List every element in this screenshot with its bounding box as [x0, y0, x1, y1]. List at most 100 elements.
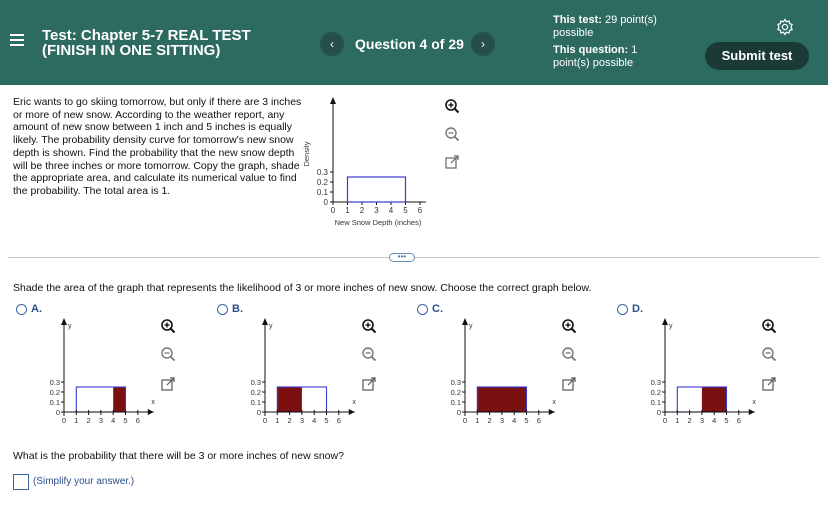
shaded-area [113, 387, 126, 412]
option-radio-c[interactable] [417, 304, 428, 315]
y-tick-label: 0.3 [317, 168, 329, 177]
x-tick-label: 3 [99, 416, 103, 425]
zoom-in-icon[interactable] [444, 98, 460, 114]
test-title-line2: (FINISH IN ONE SITTING) [42, 42, 221, 59]
x-tick-label: 4 [312, 416, 316, 425]
x-tick-label: 4 [512, 416, 516, 425]
shaded-area [477, 387, 527, 412]
next-question-button[interactable]: › [471, 32, 495, 56]
x-tick-label: 1 [475, 416, 479, 425]
option-label-a[interactable]: A. [31, 303, 42, 315]
density-rectangle [346, 176, 407, 203]
option-graph-a[interactable]: yx00.10.20.30 1 2 3 4 5 6 [40, 316, 170, 428]
answer-hint: (Simplify your answer.) [33, 476, 135, 487]
this-question-value: 1 [631, 44, 638, 56]
y-axis-arrow [262, 318, 268, 325]
x-tick-label: 1 [345, 206, 350, 215]
previous-question-button[interactable]: ‹ [320, 32, 344, 56]
x-tick-label: 2 [288, 416, 292, 425]
zoom-in-icon[interactable] [160, 318, 176, 334]
x-tick-label: 4 [389, 206, 394, 215]
y-tick-label: 0.2 [251, 388, 261, 397]
zoom-out-icon[interactable] [444, 126, 460, 142]
option-graph-c[interactable]: yx00.10.20.30 1 2 3 4 5 6 [441, 316, 571, 428]
x-tick-label: 3 [300, 416, 304, 425]
x-tick-label: 6 [537, 416, 541, 425]
question-counter: Question 4 of 29 [355, 36, 464, 52]
x-tick-label: 2 [488, 416, 492, 425]
x-tick-label: 0 [331, 206, 336, 215]
option-radio-b[interactable] [217, 304, 228, 315]
y-tick-label: 0.3 [451, 378, 461, 387]
option-radio-a[interactable] [16, 304, 27, 315]
popout-icon[interactable] [361, 376, 377, 392]
x-tick-label: 1 [74, 416, 78, 425]
zoom-out-icon[interactable] [761, 346, 777, 362]
y-tick-label: 0.3 [251, 378, 261, 387]
answer-input[interactable] [13, 474, 29, 490]
test-title: Test: Chapter 5-7 REAL TEST (FINISH IN O… [42, 28, 302, 58]
x-tick-label: 1 [675, 416, 679, 425]
x-tick-label: 6 [418, 206, 423, 215]
y-tick-label: 0.3 [50, 378, 60, 387]
top-bar: Test: Chapter 5-7 REAL TEST (FINISH IN O… [0, 0, 828, 85]
y-axis-arrow [462, 318, 468, 325]
x-tick-label: 4 [712, 416, 716, 425]
this-test-value2: possible [553, 27, 594, 39]
expand-toggle-button[interactable]: ••• [389, 253, 415, 262]
copy-graph-icon[interactable] [444, 154, 460, 170]
option-label-b[interactable]: B. [232, 303, 243, 315]
x-axis-arrow [748, 409, 755, 415]
y-tick-label: 0 [56, 408, 60, 417]
y-tick-label: 0 [457, 408, 461, 417]
option-label-c[interactable]: C. [432, 303, 443, 315]
x-tick-label: 3 [700, 416, 704, 425]
shaded-area [701, 387, 727, 412]
x-axis-arrow [548, 409, 555, 415]
y-tick-label: 0 [324, 198, 329, 207]
zoom-out-icon[interactable] [361, 346, 377, 362]
x-tick-label: 0 [663, 416, 667, 425]
this-question-value2: point(s) possible [553, 57, 634, 69]
x-axis-arrow [348, 409, 355, 415]
y-tick-label: 0.3 [651, 378, 661, 387]
zoom-in-icon[interactable] [561, 318, 577, 334]
x-tick-label: 6 [737, 416, 741, 425]
y-tick-label: 0.1 [251, 398, 261, 407]
zoom-in-icon[interactable] [361, 318, 377, 334]
x-tick-label: 6 [337, 416, 341, 425]
y-tick-label: 0.2 [651, 388, 661, 397]
density-graph: 00.10.20.30 1 2 3 4 5 6DensityNew Snow Depth (… [302, 97, 426, 227]
x-tick-label: 6 [136, 416, 140, 425]
option-radio-d[interactable] [617, 304, 628, 315]
x-tick-label: 5 [724, 416, 728, 425]
menu-icon[interactable] [10, 34, 24, 48]
zoom-out-icon[interactable] [160, 346, 176, 362]
popout-icon[interactable] [561, 376, 577, 392]
popout-icon[interactable] [761, 376, 777, 392]
x-tick-label: 1 [275, 416, 279, 425]
x-tick-label: 5 [123, 416, 127, 425]
x-axis-letter: x [151, 399, 155, 406]
x-axis-letter: x [552, 399, 556, 406]
popout-icon[interactable] [160, 376, 176, 392]
zoom-in-icon[interactable] [761, 318, 777, 334]
y-tick-label: 0.1 [50, 398, 60, 407]
y-tick-label: 0 [657, 408, 661, 417]
option-graph-d[interactable]: yx00.10.20.30 1 2 3 4 5 6 [641, 316, 771, 428]
submit-test-button[interactable]: Submit test [705, 42, 809, 70]
y-tick-label: 0.2 [451, 388, 461, 397]
option-label-d[interactable]: D. [632, 303, 643, 315]
instruction-text: Shade the area of the graph that represe… [13, 282, 592, 294]
y-tick-label: 0.1 [651, 398, 661, 407]
option-graph-b[interactable]: yx00.10.20.30 1 2 3 4 5 6 [241, 316, 371, 428]
y-tick-label: 0 [257, 408, 261, 417]
followup-question: What is the probability that there will … [13, 450, 344, 462]
zoom-out-icon[interactable] [561, 346, 577, 362]
x-axis-letter: x [352, 399, 356, 406]
test-points-info: This test: 29 point(s) possible [553, 14, 657, 40]
y-axis-label: Density [302, 141, 311, 166]
x-tick-label: 3 [500, 416, 504, 425]
x-tick-label: 2 [360, 206, 365, 215]
settings-gear-icon[interactable] [776, 18, 794, 36]
